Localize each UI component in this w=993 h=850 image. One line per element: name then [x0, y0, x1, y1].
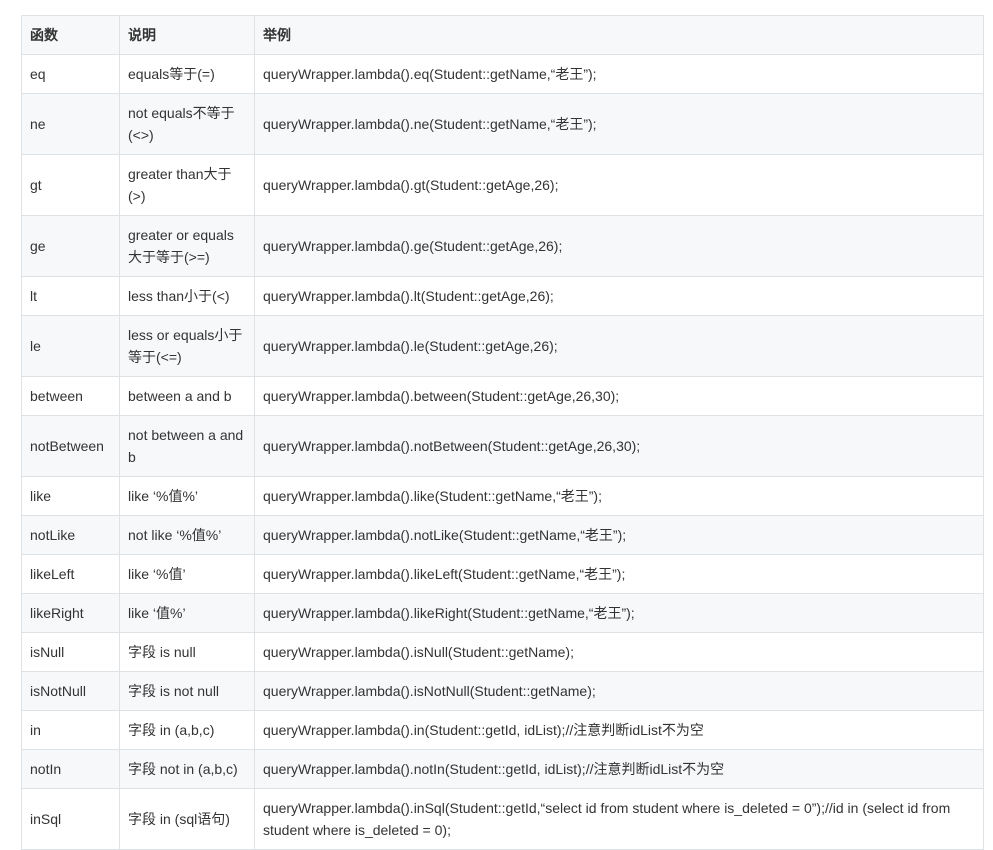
cell-function: lt [21, 276, 120, 316]
cell-example: queryWrapper.lambda().eq(Student::getNam… [254, 54, 984, 94]
cell-description: 字段 in (sql语句) [119, 788, 255, 850]
table-row: inSql 字段 in (sql语句) queryWrapper.lambda(… [21, 788, 984, 850]
cell-function: le [21, 315, 120, 377]
table-row: le less or equals小于等于(<=) queryWrapper.l… [21, 315, 984, 377]
cell-example: queryWrapper.lambda().gt(Student::getAge… [254, 154, 984, 216]
cell-example: queryWrapper.lambda().notIn(Student::get… [254, 749, 984, 789]
cell-function: isNotNull [21, 671, 120, 711]
table-row: ne not equals不等于(<>) queryWrapper.lambda… [21, 93, 984, 155]
table-row: likeRight like ‘值%’ queryWrapper.lambda(… [21, 593, 984, 633]
table-row: likeLeft like ‘%值’ queryWrapper.lambda()… [21, 554, 984, 594]
cell-description: like ‘%值’ [119, 554, 255, 594]
cell-function: notBetween [21, 415, 120, 477]
cell-function: in [21, 710, 120, 750]
cell-example: queryWrapper.lambda().ge(Student::getAge… [254, 215, 984, 277]
cell-example: queryWrapper.lambda().in(Student::getId,… [254, 710, 984, 750]
cell-function: notLike [21, 515, 120, 555]
table-row: in 字段 in (a,b,c) queryWrapper.lambda().i… [21, 710, 984, 750]
header-description: 说明 [119, 15, 255, 55]
cell-example: queryWrapper.lambda().like(Student::getN… [254, 476, 984, 516]
cell-example: queryWrapper.lambda().le(Student::getAge… [254, 315, 984, 377]
cell-function: ge [21, 215, 120, 277]
cell-description: 字段 in (a,b,c) [119, 710, 255, 750]
cell-function: eq [21, 54, 120, 94]
cell-function: likeLeft [21, 554, 120, 594]
cell-description: not like ‘%值%’ [119, 515, 255, 555]
table-row: like like ‘%值%’ queryWrapper.lambda().li… [21, 476, 984, 516]
cell-description: not equals不等于(<>) [119, 93, 255, 155]
cell-description: 字段 is null [119, 632, 255, 672]
cell-description: greater than大于(>) [119, 154, 255, 216]
cell-function: isNull [21, 632, 120, 672]
cell-description: not between a and b [119, 415, 255, 477]
cell-description: 字段 not in (a,b,c) [119, 749, 255, 789]
table-row: between between a and b queryWrapper.lam… [21, 376, 984, 416]
table-row: isNotNull 字段 is not null queryWrapper.la… [21, 671, 984, 711]
cell-example: queryWrapper.lambda().notLike(Student::g… [254, 515, 984, 555]
cell-example: queryWrapper.lambda().ne(Student::getNam… [254, 93, 984, 155]
cell-description: less or equals小于等于(<=) [119, 315, 255, 377]
table-row: eq equals等于(=) queryWrapper.lambda().eq(… [21, 54, 984, 94]
table-header-row: 函数 说明 举例 [21, 15, 984, 55]
table-row: ge greater or equals 大于等于(>=) queryWrapp… [21, 215, 984, 277]
cell-function: notIn [21, 749, 120, 789]
cell-description: less than小于(<) [119, 276, 255, 316]
cell-function: ne [21, 93, 120, 155]
cell-function: between [21, 376, 120, 416]
cell-function: likeRight [21, 593, 120, 633]
table-row: notLike not like ‘%值%’ queryWrapper.lamb… [21, 515, 984, 555]
cell-description: like ‘%值%’ [119, 476, 255, 516]
header-example: 举例 [254, 15, 984, 55]
cell-description: 字段 is not null [119, 671, 255, 711]
cell-example: queryWrapper.lambda().isNull(Student::ge… [254, 632, 984, 672]
cell-example: queryWrapper.lambda().notBetween(Student… [254, 415, 984, 477]
cell-function: gt [21, 154, 120, 216]
cell-description: greater or equals 大于等于(>=) [119, 215, 255, 277]
table-row: notIn 字段 not in (a,b,c) queryWrapper.lam… [21, 749, 984, 789]
table-row: gt greater than大于(>) queryWrapper.lambda… [21, 154, 984, 216]
cell-example: queryWrapper.lambda().lt(Student::getAge… [254, 276, 984, 316]
cell-function: inSql [21, 788, 120, 850]
header-function: 函数 [21, 15, 120, 55]
function-reference-table: 函数 说明 举例 eq equals等于(=) queryWrapper.lam… [21, 15, 984, 850]
cell-description: equals等于(=) [119, 54, 255, 94]
cell-description: between a and b [119, 376, 255, 416]
table-row: notBetween not between a and b queryWrap… [21, 415, 984, 477]
cell-example: queryWrapper.lambda().likeLeft(Student::… [254, 554, 984, 594]
function-reference-table-container: 函数 说明 举例 eq equals等于(=) queryWrapper.lam… [21, 15, 984, 850]
cell-example: queryWrapper.lambda().isNotNull(Student:… [254, 671, 984, 711]
table-row: lt less than小于(<) queryWrapper.lambda().… [21, 276, 984, 316]
cell-example: queryWrapper.lambda().between(Student::g… [254, 376, 984, 416]
table-body: eq equals等于(=) queryWrapper.lambda().eq(… [21, 54, 984, 850]
cell-function: like [21, 476, 120, 516]
cell-example: queryWrapper.lambda().inSql(Student::get… [254, 788, 984, 850]
cell-example: queryWrapper.lambda().likeRight(Student:… [254, 593, 984, 633]
table-row: isNull 字段 is null queryWrapper.lambda().… [21, 632, 984, 672]
cell-description: like ‘值%’ [119, 593, 255, 633]
